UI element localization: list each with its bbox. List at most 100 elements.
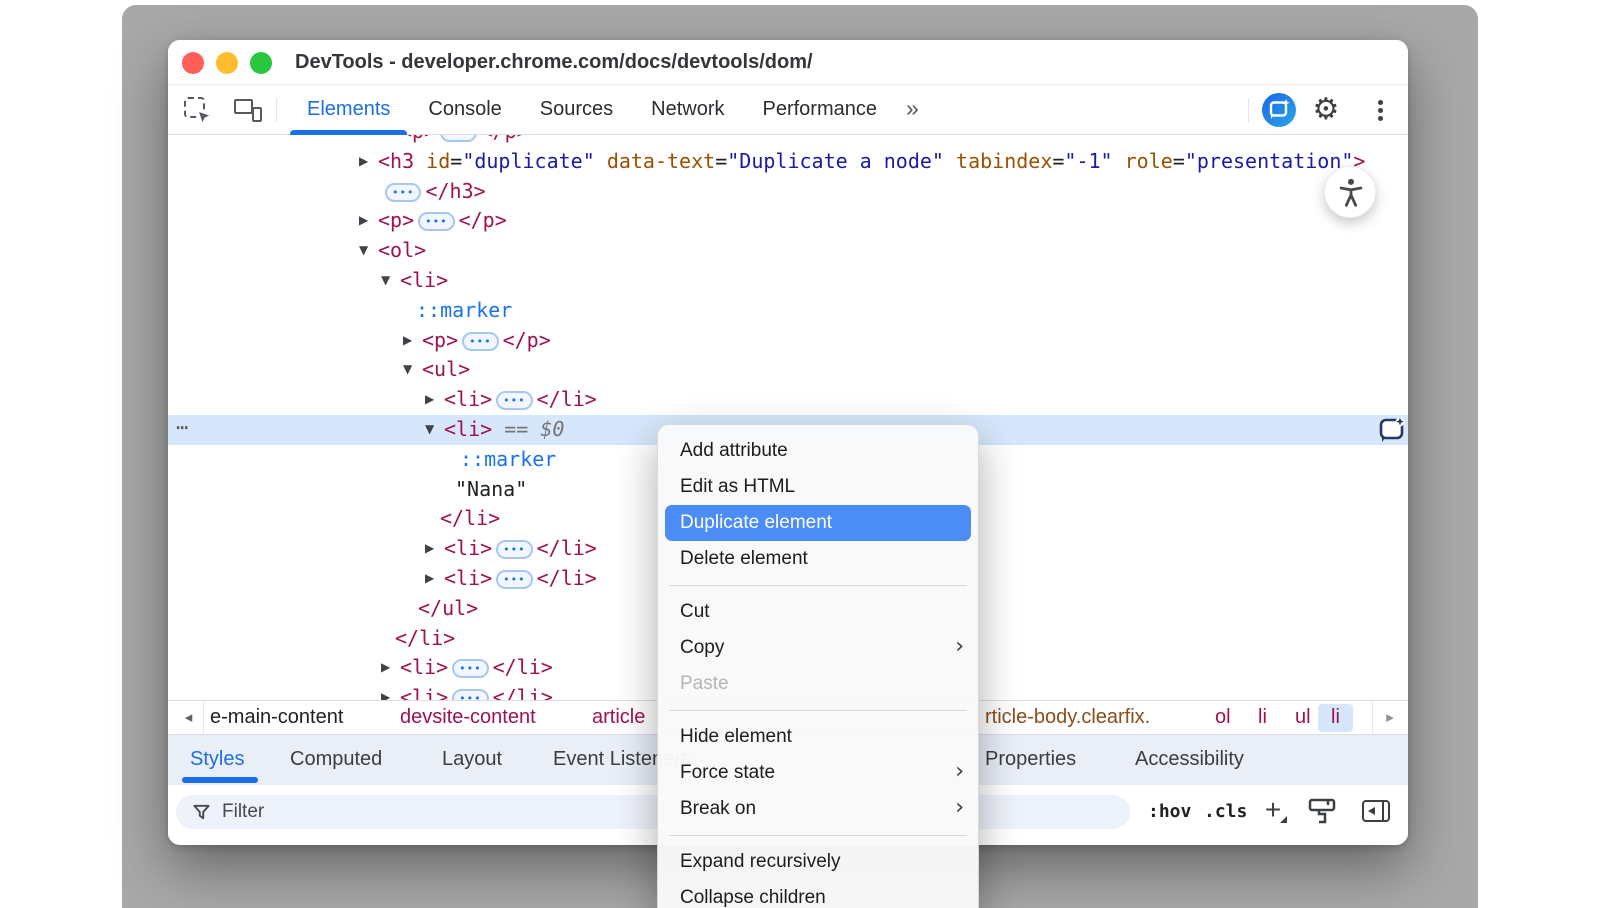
- breadcrumb-scroll-left-button[interactable]: ◂: [174, 701, 204, 735]
- traffic-light-close-button[interactable]: [182, 52, 204, 74]
- token-tag: <li>: [444, 566, 492, 590]
- tab-sources[interactable]: Sources: [521, 85, 632, 135]
- token-tag: </h3>: [425, 179, 485, 203]
- token-plain: =: [715, 149, 727, 173]
- breadcrumb-item-li[interactable]: li: [1318, 704, 1353, 732]
- collapsed-content-badge[interactable]: •••: [462, 332, 498, 351]
- token-plain: =: [1052, 149, 1064, 173]
- dom-tree-row[interactable]: ▶<p>•••</p>: [168, 326, 1408, 356]
- tab-elements[interactable]: Elements: [288, 85, 409, 135]
- breadcrumb-scroll-right-button[interactable]: ▸: [1372, 701, 1407, 735]
- styles-filter-input[interactable]: Filter: [176, 795, 1130, 829]
- settings-gear-button[interactable]: ⚙: [1308, 90, 1344, 130]
- token-tag: </li>: [395, 626, 455, 650]
- collapsed-content-badge[interactable]: •••: [452, 689, 488, 700]
- row-more-actions-icon[interactable]: ⋯: [176, 413, 189, 443]
- sidebar-tab-layout[interactable]: Layout: [442, 735, 502, 784]
- context-menu-item-delete-element[interactable]: Delete element: [658, 541, 978, 577]
- context-menu-item-add-attribute[interactable]: Add attribute: [658, 433, 978, 469]
- expand-arrow-icon[interactable]: ▶: [359, 206, 368, 236]
- token-attr: tabindex: [956, 149, 1052, 173]
- rendering-brush-button[interactable]: [1308, 798, 1336, 824]
- menu-separator: [669, 710, 967, 711]
- context-menu-item-force-state[interactable]: Force state›: [658, 755, 978, 791]
- context-menu-item-collapse-children[interactable]: Collapse children: [658, 880, 978, 908]
- context-menu-item-paste: Paste: [658, 666, 978, 702]
- traffic-light-zoom-button[interactable]: [250, 52, 272, 74]
- element-classes-button[interactable]: .cls: [1204, 785, 1247, 838]
- token-tag: </li>: [493, 685, 553, 700]
- context-menu-item-break-on[interactable]: Break on›: [658, 791, 978, 827]
- expand-arrow-icon[interactable]: ▶: [425, 564, 434, 594]
- collapse-arrow-icon[interactable]: ▼: [359, 236, 368, 266]
- breadcrumb-item-devsite-content[interactable]: devsite-content: [400, 701, 536, 734]
- expand-arrow-icon[interactable]: ▶: [359, 147, 368, 177]
- dom-tree-row[interactable]: ▼ <ul>: [168, 355, 1408, 385]
- dom-tree-row[interactable]: ▶<p>•••</p>: [168, 206, 1408, 236]
- tab-console[interactable]: Console: [409, 85, 520, 135]
- cursor-arrow-icon: [197, 110, 212, 125]
- expand-arrow-icon[interactable]: ▶: [381, 653, 390, 683]
- context-menu-item-duplicate-element[interactable]: Duplicate element: [665, 505, 971, 541]
- breadcrumb-item-li[interactable]: li: [1258, 701, 1267, 734]
- breadcrumb-item-e-main-content[interactable]: e-main-content: [210, 701, 343, 734]
- collapsed-content-badge[interactable]: •••: [418, 212, 454, 231]
- dock-side-toggle-button[interactable]: [1362, 800, 1390, 822]
- breadcrumb-item-ol[interactable]: ol: [1215, 701, 1231, 734]
- dom-tree-row[interactable]: <p>•••</p>: [168, 135, 1408, 147]
- traffic-light-minimize-button[interactable]: [216, 52, 238, 74]
- dom-tree-row[interactable]: •••</h3>: [168, 177, 1408, 207]
- collapse-arrow-icon[interactable]: ▼: [425, 415, 434, 445]
- dom-tree-row[interactable]: ▶<li>•••</li>: [168, 385, 1408, 415]
- dom-tree-row[interactable]: ▶<h3 id="duplicate" data-text="Duplicate…: [168, 147, 1408, 177]
- collapsed-content-badge[interactable]: •••: [496, 391, 532, 410]
- expand-arrow-icon[interactable]: ▶: [425, 534, 434, 564]
- context-menu-item-copy[interactable]: Copy›: [658, 630, 978, 666]
- dom-tree-row[interactable]: ▼<li>: [168, 266, 1408, 296]
- context-menu-item-edit-as-html[interactable]: Edit as HTML: [658, 469, 978, 505]
- context-menu-item-hide-element[interactable]: Hide element: [658, 719, 978, 755]
- expand-arrow-icon[interactable]: ▶: [381, 683, 390, 700]
- breadcrumb-item-rticle-body-clearfix[interactable]: rticle-body.clearfix.: [985, 701, 1150, 734]
- collapsed-content-badge[interactable]: •••: [440, 135, 476, 142]
- funnel-icon: [192, 803, 211, 822]
- expand-arrow-icon[interactable]: ▶: [403, 326, 412, 356]
- token-dollar: $0: [540, 417, 564, 441]
- dom-tree-row[interactable]: ▼<ol>: [168, 236, 1408, 266]
- tab-network[interactable]: Network: [632, 85, 743, 135]
- collapsed-content-badge[interactable]: •••: [496, 570, 532, 589]
- context-menu-item-cut[interactable]: Cut: [658, 594, 978, 630]
- sidebar-tab-properties[interactable]: Properties: [985, 735, 1076, 784]
- accessibility-fab-button[interactable]: [1324, 166, 1376, 218]
- collapsed-content-badge[interactable]: •••: [385, 183, 421, 202]
- token-tag: <li>: [444, 536, 492, 560]
- token-tag: </li>: [537, 566, 597, 590]
- ai-assistant-button[interactable]: [1262, 93, 1296, 127]
- dom-tree-row[interactable]: ::marker: [168, 296, 1408, 326]
- collapse-arrow-icon[interactable]: ▼: [381, 266, 390, 296]
- kebab-menu-button[interactable]: [1372, 96, 1388, 124]
- breadcrumb-item-ul[interactable]: ul: [1295, 701, 1311, 734]
- new-style-rule-button[interactable]: +: [1258, 785, 1288, 838]
- more-tabs-button[interactable]: »: [896, 85, 929, 135]
- collapsed-content-badge[interactable]: •••: [452, 659, 488, 678]
- sidebar-tab-computed[interactable]: Computed: [290, 735, 382, 784]
- menu-separator: [669, 835, 967, 836]
- tab-performance[interactable]: Performance: [744, 85, 897, 135]
- toggle-device-toolbar-button[interactable]: [234, 98, 264, 122]
- toggle-element-state-button[interactable]: :hov: [1148, 785, 1191, 838]
- token-plain: [595, 149, 607, 173]
- breadcrumb-item-article[interactable]: article: [592, 701, 645, 734]
- expand-arrow-icon[interactable]: ▶: [425, 385, 434, 415]
- collapsed-content-badge[interactable]: •••: [496, 540, 532, 559]
- inspect-element-button[interactable]: [184, 97, 210, 123]
- row-ai-assistant-button[interactable]: [1376, 416, 1406, 444]
- sidebar-tab-accessibility[interactable]: Accessibility: [1135, 735, 1244, 784]
- menu-separator: [669, 585, 967, 586]
- token-val: "duplicate": [462, 149, 594, 173]
- token-tag: <ul>: [422, 357, 470, 381]
- sidebar-tab-styles[interactable]: Styles: [190, 735, 244, 784]
- dock-bar: [1382, 802, 1385, 820]
- collapse-arrow-icon[interactable]: ▼: [403, 355, 412, 385]
- context-menu-item-expand-recursively[interactable]: Expand recursively: [658, 844, 978, 880]
